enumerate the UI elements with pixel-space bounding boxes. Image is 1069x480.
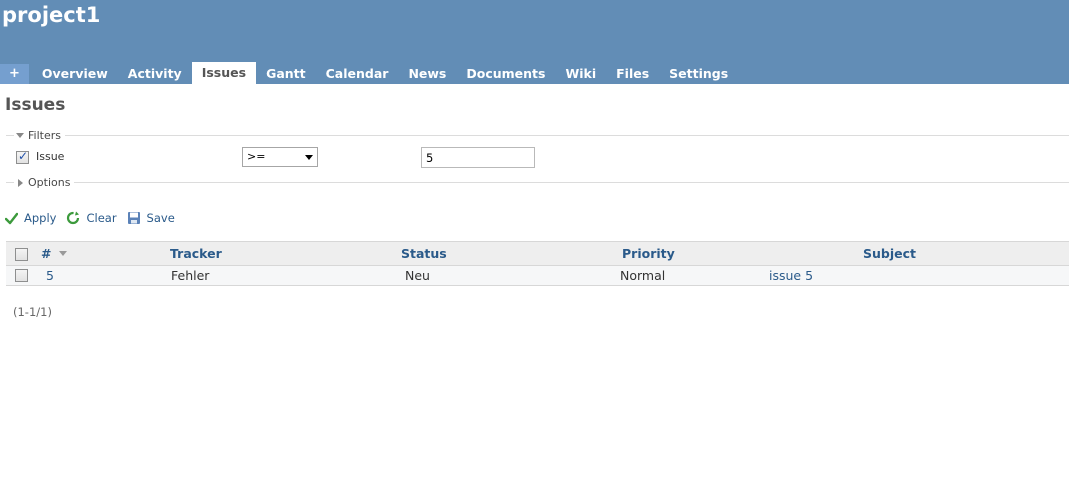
options-legend-label: Options [28, 176, 71, 189]
table-row: 5 Fehler Neu Normal issue 5 [6, 266, 1069, 286]
issue-subject-link[interactable]: issue 5 [769, 268, 813, 283]
save-label: Save [146, 211, 175, 225]
column-header-subject[interactable]: Subject [863, 246, 916, 261]
tab-wiki[interactable]: Wiki [555, 64, 606, 84]
main-menu: + Overview Activity Issues Gantt Calenda… [0, 62, 738, 84]
select-all-checkbox[interactable] [15, 248, 28, 261]
tab-activity[interactable]: Activity [118, 64, 192, 84]
tab-files[interactable]: Files [606, 64, 659, 84]
sort-desc-icon [59, 251, 67, 256]
tab-settings[interactable]: Settings [659, 64, 738, 84]
filter-row-issue: Issue >= [15, 147, 1069, 168]
page-heading: Issues [5, 95, 66, 115]
row-select-checkbox[interactable] [15, 269, 28, 282]
column-header-status[interactable]: Status [401, 246, 447, 261]
query-actions: Apply Clear Save [5, 211, 185, 225]
table-header-row: # Tracker Status Priority Subject [6, 241, 1069, 266]
issues-table: # Tracker Status Priority Subject 5 Fehl… [6, 241, 1069, 286]
top-header: project1 + Overview Activity Issues Gant… [0, 0, 1069, 84]
dropdown-arrow-icon [305, 155, 313, 160]
column-header-id[interactable]: # [41, 246, 51, 261]
tab-documents[interactable]: Documents [456, 64, 555, 84]
project-title: project1 [2, 3, 101, 27]
filters-legend[interactable]: Filters [14, 129, 65, 142]
expand-arrow-icon [18, 178, 23, 187]
save-button[interactable]: Save [127, 211, 175, 225]
filter-operator-value: >= [247, 150, 266, 163]
tab-overview[interactable]: Overview [32, 64, 118, 84]
issue-id-link[interactable]: 5 [46, 268, 54, 283]
tab-news[interactable]: News [398, 64, 456, 84]
pagination-info: (1-1/1) [13, 305, 52, 319]
filter-issue-label: Issue [36, 150, 65, 163]
column-header-tracker[interactable]: Tracker [170, 246, 222, 261]
checkmark-icon [5, 212, 18, 225]
issue-priority: Normal [620, 268, 666, 283]
clear-button[interactable]: Clear [66, 211, 117, 225]
reload-icon [66, 211, 80, 225]
options-legend[interactable]: Options [14, 176, 75, 189]
collapse-arrow-icon [16, 133, 24, 138]
tab-gantt[interactable]: Gantt [256, 64, 316, 84]
tab-issues[interactable]: Issues [191, 62, 257, 84]
clear-label: Clear [86, 211, 117, 225]
apply-label: Apply [24, 211, 57, 225]
filter-value-input[interactable] [421, 147, 535, 168]
filters-divider [6, 135, 1069, 136]
new-object-button[interactable]: + [0, 64, 29, 84]
issue-status: Neu [405, 268, 430, 283]
apply-button[interactable]: Apply [5, 211, 56, 225]
column-header-priority[interactable]: Priority [622, 246, 675, 261]
floppy-disk-icon [127, 211, 141, 225]
tab-calendar[interactable]: Calendar [316, 64, 399, 84]
filter-operator-select[interactable]: >= [242, 147, 318, 167]
options-divider [6, 182, 1069, 183]
issue-tracker: Fehler [171, 268, 210, 283]
filters-legend-label: Filters [28, 129, 61, 142]
filter-issue-checkbox[interactable] [16, 149, 29, 164]
